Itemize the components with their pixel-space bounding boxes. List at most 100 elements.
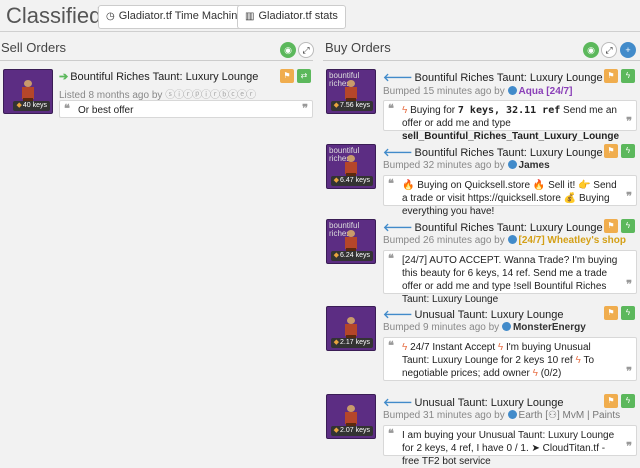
- price-value: 40 keys: [22, 102, 47, 109]
- page-title: Classifieds: [6, 3, 113, 28]
- note-command: sell_Bountiful_Riches_Taunt_Luxury_Loung…: [402, 131, 620, 142]
- tag-icon: ◆: [333, 339, 340, 346]
- listing-actions: ⚑ ϟ: [604, 69, 635, 83]
- listing-note: ❝ Or best offer ❞: [59, 100, 313, 118]
- item-thumbnail[interactable]: bountiful riches ◆6.24 keys: [326, 219, 376, 264]
- buy-eye-toggle-icon[interactable]: ◉: [583, 42, 599, 58]
- quote-open-icon: ❝: [388, 103, 394, 115]
- listing-meta: Bumped 31 minutes ago by Earth [⚇] MvM |…: [383, 410, 620, 421]
- item-thumbnail[interactable]: bountiful riches ◆6.47 keys: [326, 144, 376, 189]
- sell-expand-icon[interactable]: ⤢: [298, 42, 314, 58]
- meta-text: Bumped 9 minutes ago by: [383, 322, 500, 333]
- item-name-link[interactable]: 🡐 Bountiful Riches Taunt: Luxury Lounge: [383, 220, 603, 234]
- arrow-left-icon: 🡐: [383, 397, 413, 409]
- meta-text: Bumped 31 minutes ago by: [383, 410, 505, 421]
- flag-icon[interactable]: ⚑: [280, 69, 294, 83]
- time-machine-button[interactable]: ◷ Gladiator.tf Time Machine: [98, 5, 252, 29]
- item-name: Bountiful Riches Taunt: Luxury Lounge: [70, 71, 259, 83]
- stats-button[interactable]: ▥ Gladiator.tf stats: [237, 5, 346, 29]
- listing-meta: Listed 8 months ago by ⓢⓘⓡⓟⓘⓡⓑⓒⓔⓡ: [59, 86, 256, 101]
- flag-icon[interactable]: ⚑: [604, 69, 618, 83]
- item-name-link[interactable]: 🡐 Unusual Taunt: Luxury Lounge: [383, 307, 564, 321]
- listing-note: ❝ [24/7] AUTO ACCEPT. Wanna Trade? I'm bu…: [383, 250, 637, 305]
- lightning-icon[interactable]: ϟ: [621, 69, 635, 83]
- item-name-link[interactable]: 🡐 Unusual Taunt: Luxury Lounge: [383, 395, 564, 409]
- quote-close-icon: ❞: [626, 441, 632, 453]
- user-link[interactable]: Earth [⚇] MvM | Paints: [519, 410, 621, 421]
- quote-close-icon: ❞: [626, 279, 632, 291]
- price-value: 6.47 keys: [340, 177, 370, 184]
- quote-close-icon: ❞: [626, 191, 632, 203]
- lightning-icon[interactable]: ϟ: [621, 306, 635, 320]
- trade-icon[interactable]: ⇄: [297, 69, 311, 83]
- listing-meta: Bumped 15 minutes ago by Aqua [24/7]: [383, 86, 572, 97]
- lightning-icon[interactable]: ϟ: [621, 219, 635, 233]
- robot-icon: ⚇: [548, 410, 557, 421]
- taunt-figure-icon: [21, 80, 35, 103]
- sell-eye-toggle-icon[interactable]: ◉: [280, 42, 296, 58]
- quote-close-icon: ❞: [626, 366, 632, 378]
- time-machine-label: Gladiator.tf Time Machine: [118, 10, 244, 22]
- listing-actions: ⚑ ϟ: [604, 219, 635, 233]
- price-value: 7.56 keys: [340, 102, 370, 109]
- item-thumbnail[interactable]: bountiful riches ◆7.56 keys: [326, 69, 376, 114]
- user-avatar-icon: [507, 410, 517, 419]
- quote-open-icon: ❝: [388, 340, 394, 352]
- user-avatar-icon: [507, 235, 517, 244]
- listing-actions: ⚑ ϟ: [604, 306, 635, 320]
- user-avatar-icon: [507, 160, 517, 169]
- stats-label: Gladiator.tf stats: [258, 10, 338, 22]
- listing-note: ❝ 🔥 Buying on Quicksell.store 🔥 Sell it! …: [383, 175, 637, 217]
- item-thumbnail[interactable]: ◆40 keys: [3, 69, 53, 114]
- tag-icon: ◆: [333, 177, 340, 184]
- item-name-link[interactable]: ➔ Bountiful Riches Taunt: Luxury Lounge: [59, 70, 258, 83]
- note-text: (0/2): [537, 368, 562, 379]
- user-link[interactable]: MonsterEnergy: [513, 322, 586, 333]
- flag-icon[interactable]: ⚑: [604, 394, 618, 408]
- price-value: 6.24 keys: [340, 252, 370, 259]
- lightning-icon[interactable]: ϟ: [621, 394, 635, 408]
- quote-open-icon: ❝: [388, 428, 394, 440]
- item-thumbnail[interactable]: ◆2.07 keys: [326, 394, 376, 439]
- listing-note: ❝ ϟ 24/7 Instant Accept ϟ I'm buying Unus…: [383, 337, 637, 381]
- tag-icon: ◆: [333, 252, 340, 259]
- user-link[interactable]: Aqua [24/7]: [519, 86, 573, 97]
- item-name-link[interactable]: 🡐 Bountiful Riches Taunt: Luxury Lounge: [383, 70, 603, 84]
- user-tag: ] MvM | Paints: [556, 410, 621, 421]
- lightning-icon[interactable]: ϟ: [621, 144, 635, 158]
- meta-text: Bumped 26 minutes ago by: [383, 235, 505, 246]
- sell-orders-title: Sell Orders: [1, 40, 67, 55]
- listing-actions: ⚑ ⇄: [280, 69, 311, 83]
- quote-close-icon: ❞: [626, 116, 632, 128]
- item-name: Bountiful Riches Taunt: Luxury Lounge: [414, 72, 603, 84]
- price-tag: ◆2.17 keys: [330, 338, 373, 348]
- price-tag: ◆2.07 keys: [330, 426, 373, 436]
- user-name: Earth [: [518, 410, 548, 421]
- item-thumbnail[interactable]: ◆2.17 keys: [326, 306, 376, 351]
- flag-icon[interactable]: ⚑: [604, 219, 618, 233]
- flag-icon[interactable]: ⚑: [604, 144, 618, 158]
- listing-meta: Bumped 32 minutes ago by James: [383, 160, 550, 171]
- arrow-left-icon: 🡐: [383, 222, 413, 234]
- meta-text: Bumped 32 minutes ago by: [383, 160, 505, 171]
- note-text: I am buying your Unusual Taunt: Luxury L…: [402, 430, 615, 467]
- tag-icon: ◆: [16, 102, 22, 109]
- meta-text: Bumped 15 minutes ago by: [383, 86, 505, 97]
- buy-orders-title: Buy Orders: [325, 40, 391, 55]
- buy-add-icon[interactable]: +: [620, 42, 636, 58]
- price-tag: ◆7.56 keys: [330, 101, 373, 111]
- quote-close-icon: ❞: [302, 103, 308, 115]
- flag-icon[interactable]: ⚑: [604, 306, 618, 320]
- item-name-link[interactable]: 🡐 Bountiful Riches Taunt: Luxury Lounge: [383, 145, 603, 159]
- price-tag: ◆6.47 keys: [330, 176, 373, 186]
- quote-open-icon: ❝: [64, 103, 70, 115]
- note-text: 🔥 Buying on Quicksell.store 🔥 Sell it! 👉…: [402, 180, 617, 217]
- user-link[interactable]: [24/7] Wheatley's shop: [519, 235, 626, 246]
- page-header: Classifieds ◷ Gladiator.tf Time Machine ▥…: [0, 0, 640, 32]
- taunt-figure-icon: [344, 230, 358, 253]
- tag-icon: ◆: [333, 102, 340, 109]
- note-text: [24/7] AUTO ACCEPT. Wanna Trade? I'm buy…: [402, 255, 618, 305]
- user-link[interactable]: James: [519, 160, 550, 171]
- buy-expand-icon[interactable]: ⤢: [601, 42, 617, 58]
- taunt-figure-icon: [344, 317, 358, 340]
